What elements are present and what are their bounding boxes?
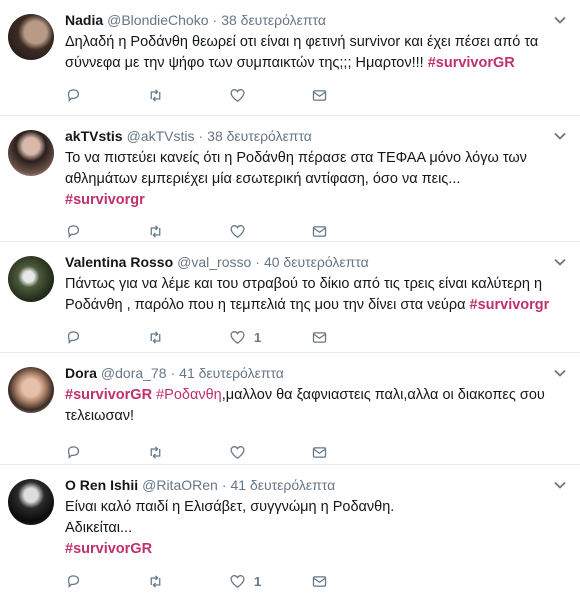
hashtag-link[interactable]: #survivorGR bbox=[428, 55, 515, 71]
avatar[interactable] bbox=[8, 367, 54, 413]
timestamp[interactable]: 41 δευτερόλεπτα bbox=[230, 477, 335, 493]
direct-message-button[interactable] bbox=[311, 223, 393, 240]
direct-message-icon bbox=[312, 225, 327, 237]
author-handle[interactable]: @akTVstis bbox=[127, 128, 195, 144]
direct-message-button[interactable] bbox=[311, 87, 393, 104]
tweet-text: Είναι καλό παιδί η Ελισάβετ, συγγνώμη η … bbox=[65, 497, 566, 560]
tweet-header: Valentina Rosso @val_rosso · 40 δευτερόλεπτ… bbox=[65, 252, 566, 272]
reply-icon bbox=[67, 224, 80, 238]
avatar[interactable] bbox=[8, 256, 54, 302]
timestamp[interactable]: 41 δευτερόλεπτα bbox=[179, 365, 284, 381]
separator: · bbox=[212, 12, 218, 28]
tweet-header: Dora @dora_78 · 41 δευτερόλεπτα bbox=[65, 363, 566, 383]
hashtag-link[interactable]: #survivorgr bbox=[470, 297, 550, 313]
tweet-text: Πάντως για να λέμε και του στραβού το δί… bbox=[65, 274, 566, 316]
tweet-header: O Ren Ishii @RitaORen · 41 δευτερόλεπτα bbox=[65, 475, 566, 495]
tweet[interactable]: O Ren Ishii @RitaORen · 41 δευτερόλεπτα Είν… bbox=[0, 465, 580, 589]
like-icon bbox=[230, 224, 245, 238]
tweet[interactable]: Valentina Rosso @val_rosso · 40 δευτερόλεπτ… bbox=[0, 242, 580, 353]
hashtag-link[interactable]: #survivorgr bbox=[65, 192, 145, 208]
author-name[interactable]: Nadia bbox=[65, 12, 103, 28]
hashtag-link[interactable]: #Ροδανθη bbox=[156, 387, 222, 403]
like-button[interactable] bbox=[229, 444, 311, 461]
tweet-feed: Nadia @BlondieChoko · 38 δευτερόλεπτα Δηλαδ… bbox=[0, 0, 580, 589]
like-button[interactable]: 1 bbox=[229, 329, 311, 346]
chevron-down-icon[interactable] bbox=[552, 12, 568, 28]
tweet-body: Το να πιστεύει κανείς ότι η Ροδάνθη πέρα… bbox=[65, 150, 527, 187]
separator: · bbox=[170, 365, 176, 381]
hashtag-link[interactable]: #survivorGR bbox=[65, 541, 152, 557]
tweet[interactable]: Dora @dora_78 · 41 δευτερόλεπτα #survivorGR… bbox=[0, 353, 580, 465]
retweet-icon bbox=[150, 224, 161, 238]
retweet-button[interactable] bbox=[147, 444, 229, 461]
chevron-down-icon[interactable] bbox=[552, 365, 568, 381]
direct-message-icon bbox=[312, 331, 327, 343]
retweet-icon bbox=[150, 88, 161, 102]
like-button[interactable] bbox=[229, 87, 311, 104]
reply-icon bbox=[67, 445, 80, 459]
direct-message-icon bbox=[312, 446, 327, 458]
avatar[interactable] bbox=[8, 14, 54, 60]
author-handle[interactable]: @BlondieChoko bbox=[107, 12, 208, 28]
reply-button[interactable] bbox=[65, 329, 147, 346]
timestamp[interactable]: 38 δευτερόλεπτα bbox=[207, 128, 312, 144]
reply-icon bbox=[67, 88, 80, 102]
separator: · bbox=[255, 254, 260, 270]
author-handle[interactable]: @val_rosso bbox=[177, 254, 251, 270]
reply-button[interactable] bbox=[65, 87, 147, 104]
tweet-actions bbox=[65, 77, 566, 113]
tweet-header: Nadia @BlondieChoko · 38 δευτερόλεπτα bbox=[65, 10, 566, 30]
retweet-button[interactable] bbox=[147, 223, 229, 240]
retweet-icon bbox=[150, 330, 161, 344]
tweet-body-line1: Είναι καλό παιδί η Ελισάβετ, συγγνώμη η … bbox=[65, 499, 395, 515]
like-icon bbox=[230, 88, 245, 102]
separator: · bbox=[221, 477, 227, 493]
timestamp[interactable]: 38 δευτερόλεπτα bbox=[221, 12, 326, 28]
like-count: 1 bbox=[254, 329, 262, 345]
like-icon bbox=[230, 330, 245, 344]
tweet-text: Το να πιστεύει κανείς ότι η Ροδάνθη πέρα… bbox=[65, 148, 566, 211]
tweet-actions: 1 bbox=[65, 319, 566, 355]
chevron-down-icon[interactable] bbox=[552, 128, 568, 144]
reply-icon bbox=[67, 330, 80, 344]
tweet[interactable]: akTVstis @akTVstis · 38 δευτερόλεπτα Το να … bbox=[0, 116, 580, 242]
author-handle[interactable]: @dora_78 bbox=[101, 365, 167, 381]
like-count: 1 bbox=[254, 573, 262, 589]
hashtag-link[interactable]: #survivorGR bbox=[65, 387, 152, 403]
tweet-body-line2: Αδικείται... bbox=[65, 520, 133, 536]
author-name[interactable]: Dora bbox=[65, 365, 97, 381]
author-name[interactable]: O Ren Ishii bbox=[65, 477, 138, 493]
author-name[interactable]: Valentina Rosso bbox=[65, 254, 173, 270]
like-icon bbox=[230, 445, 245, 459]
tweet[interactable]: Nadia @BlondieChoko · 38 δευτερόλεπτα Δηλαδ… bbox=[0, 0, 580, 116]
tweet-header: akTVstis @akTVstis · 38 δευτερόλεπτα bbox=[65, 126, 566, 146]
separator: · bbox=[198, 128, 204, 144]
chevron-down-icon[interactable] bbox=[552, 254, 568, 270]
retweet-button[interactable] bbox=[147, 329, 229, 346]
avatar[interactable] bbox=[8, 130, 54, 176]
avatar[interactable] bbox=[8, 479, 54, 525]
author-handle[interactable]: @RitaORen bbox=[142, 477, 218, 493]
tweet-text: Δηλαδή η Ροδάνθη θεωρεί οτι είναι η φετι… bbox=[65, 32, 566, 74]
chevron-down-icon[interactable] bbox=[552, 477, 568, 493]
timestamp[interactable]: 40 δευτερόλεπτα bbox=[264, 254, 369, 270]
tweet-actions: 1 bbox=[65, 563, 566, 599]
retweet-button[interactable] bbox=[147, 87, 229, 104]
direct-message-button[interactable] bbox=[311, 444, 393, 461]
retweet-icon bbox=[150, 445, 161, 459]
reply-button[interactable] bbox=[65, 444, 147, 461]
reply-button[interactable] bbox=[65, 223, 147, 240]
direct-message-button[interactable] bbox=[311, 329, 393, 346]
direct-message-icon bbox=[312, 89, 327, 101]
tweet-text: #survivorGR #Ροδανθη,μαλλον θα ξαφνιαστε… bbox=[65, 385, 566, 427]
like-button[interactable] bbox=[229, 223, 311, 240]
author-name[interactable]: akTVstis bbox=[65, 128, 123, 144]
